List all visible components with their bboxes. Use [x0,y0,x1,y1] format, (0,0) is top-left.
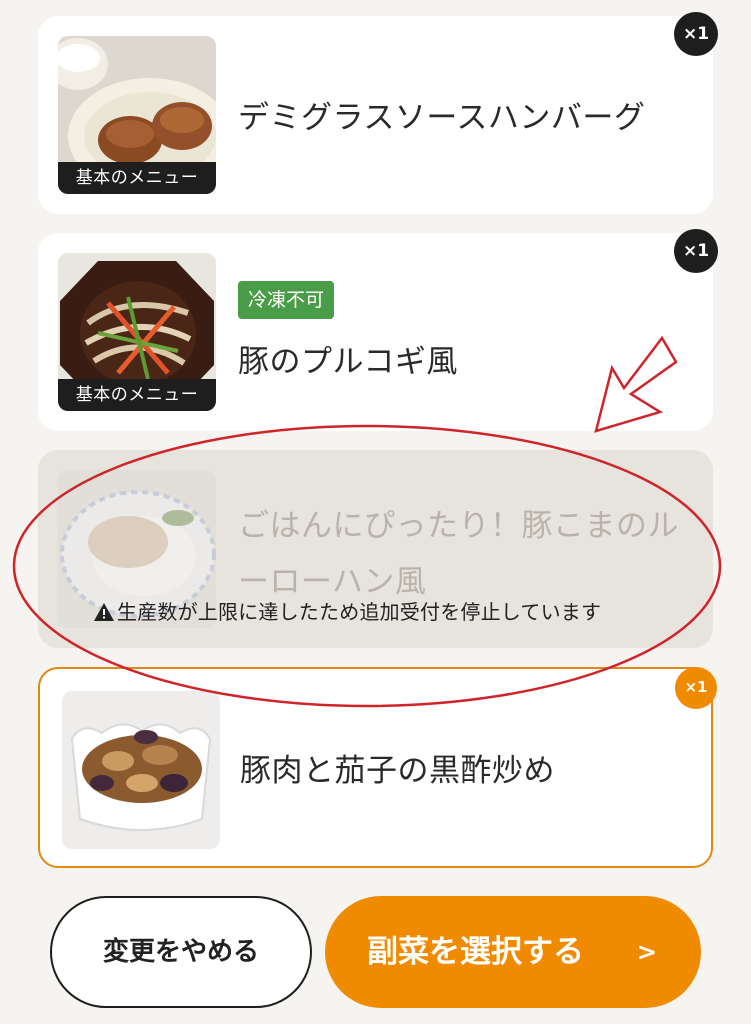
chevron-right-icon: > [636,938,657,966]
menu-type-badge: 基本のメニュー [58,379,216,411]
sold-out-notice: 生産数が上限に達したため追加受付を停止しています [94,596,601,625]
no-freeze-tag: 冷凍不可 [238,281,335,319]
quantity-badge: ×1 [674,229,718,273]
menu-card-hamburg[interactable]: 基本のメニュー デミグラスソースハンバーグ ×1 [38,12,718,214]
sold-out-text: 生産数が上限に達したため追加受付を停止しています [117,600,602,624]
dish-title: ごはんにぴったり！豚こまのルーローハン風 [238,508,679,600]
select-side-dish-label: 副菜を選択する [367,934,584,970]
quantity-badge: ×1 [674,12,718,56]
dish-title: 豚のプルコギ風 [238,344,458,380]
menu-card-lurouhan-soldout: ごはんにぴったり！豚こまのルーローハン風 生産数が上限に達したため追加受付を停止… [38,450,713,648]
dish-photo-hamburg: 基本のメニュー [58,36,216,194]
cancel-change-button[interactable]: 変更をやめる [50,896,312,1008]
dish-photo-bulgogi: 基本のメニュー [58,253,216,411]
menu-card-kurozu-selected[interactable]: 豚肉と茄子の黒酢炒め ×1 [38,667,717,868]
menu-card-bulgogi[interactable]: 基本のメニュー 冷凍不可 豚のプルコギ風 ×1 [38,229,718,431]
dish-photo-kurozu [62,691,220,849]
warning-icon [94,603,114,621]
quantity-badge: ×1 [675,667,717,709]
dish-title: 豚肉と茄子の黒酢炒め [240,753,555,789]
select-side-dish-button[interactable]: 副菜を選択する > [325,896,701,1008]
dish-title: デミグラスソースハンバーグ [238,100,646,136]
menu-type-badge: 基本のメニュー [58,162,216,194]
